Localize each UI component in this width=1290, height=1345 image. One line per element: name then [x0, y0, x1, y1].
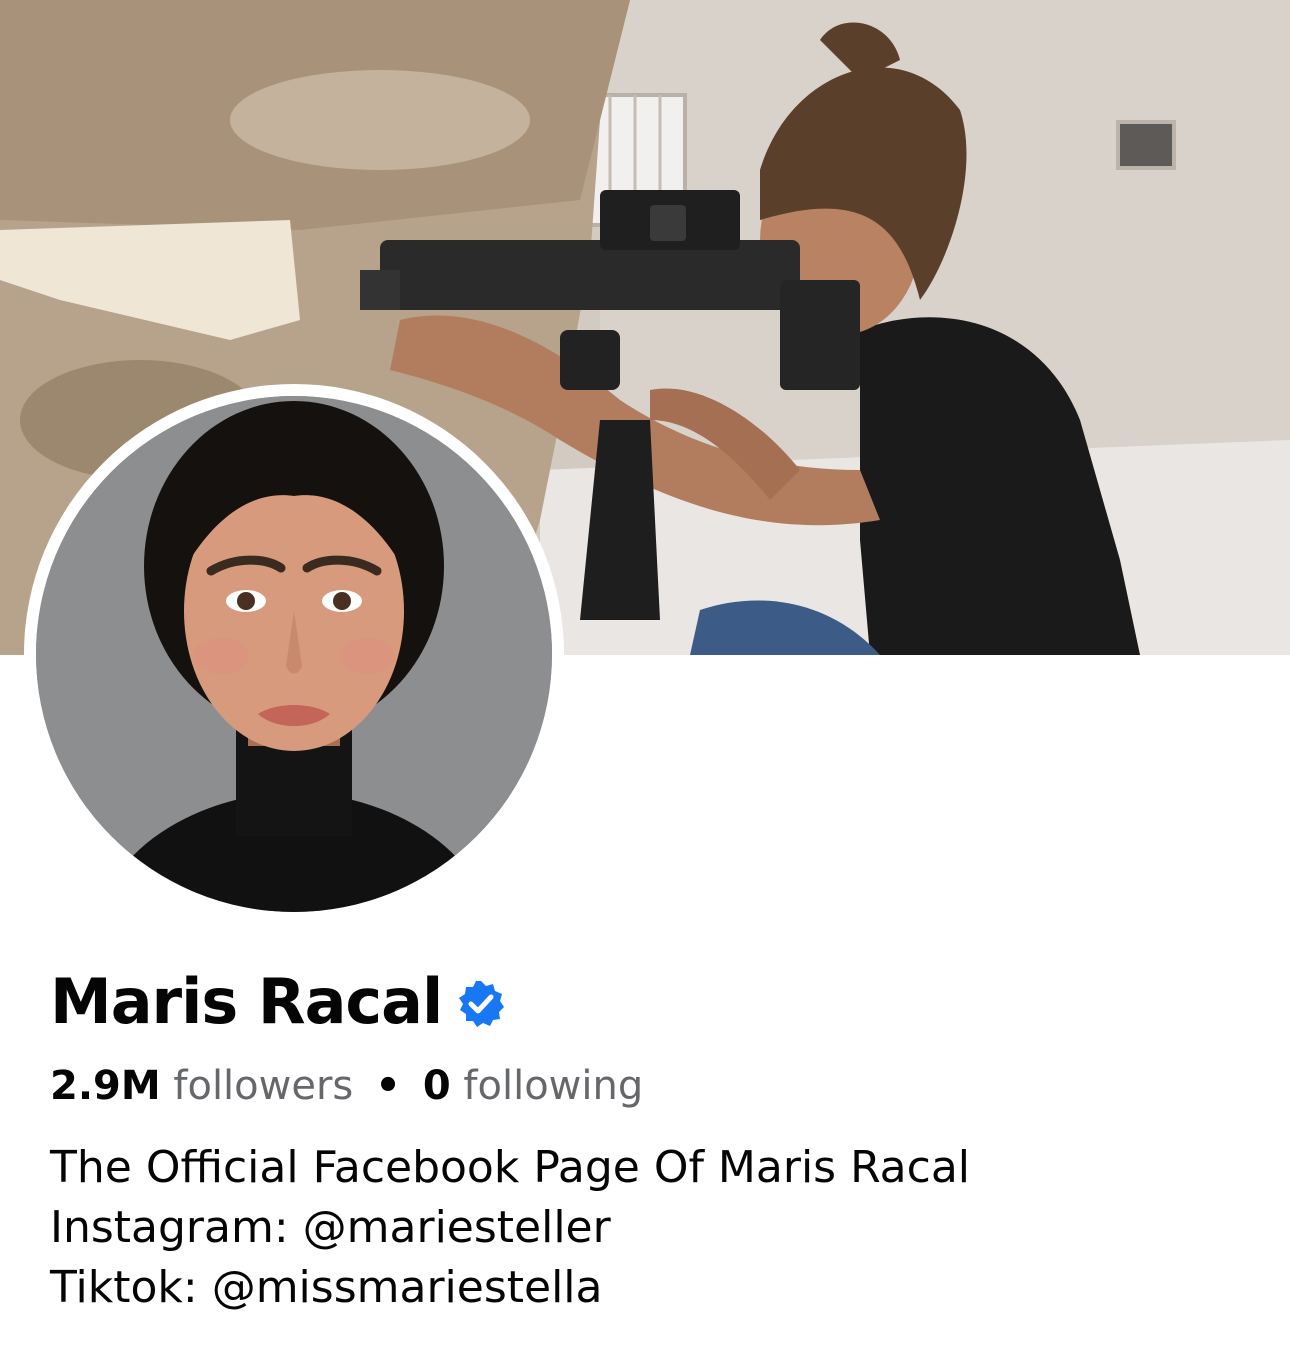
profile-picture-image	[36, 396, 552, 912]
following-label: following	[463, 1063, 644, 1109]
profile-picture[interactable]	[36, 396, 552, 912]
profile-name-row: Maris Racal	[50, 962, 506, 1042]
followers-label: followers	[173, 1063, 354, 1109]
bio-line: The Official Facebook Page Of Maris Raca…	[50, 1142, 971, 1193]
bio-line: Tiktok: @missmariestella	[50, 1262, 603, 1313]
profile-stats: 2.9M followers • 0 following	[50, 1062, 643, 1110]
bio-line: Instagram: @mariesteller	[50, 1202, 611, 1253]
verified-badge-icon[interactable]	[456, 979, 506, 1029]
followers-link[interactable]: 2.9M followers	[50, 1063, 353, 1109]
profile-bio: The Official Facebook Page Of Maris Raca…	[50, 1138, 1250, 1318]
following-count: 0	[422, 1063, 451, 1109]
stats-separator: •	[375, 1063, 401, 1109]
followers-count: 2.9M	[50, 1063, 161, 1109]
profile-name: Maris Racal	[50, 965, 443, 1038]
following-link[interactable]: 0 following	[423, 1063, 643, 1109]
